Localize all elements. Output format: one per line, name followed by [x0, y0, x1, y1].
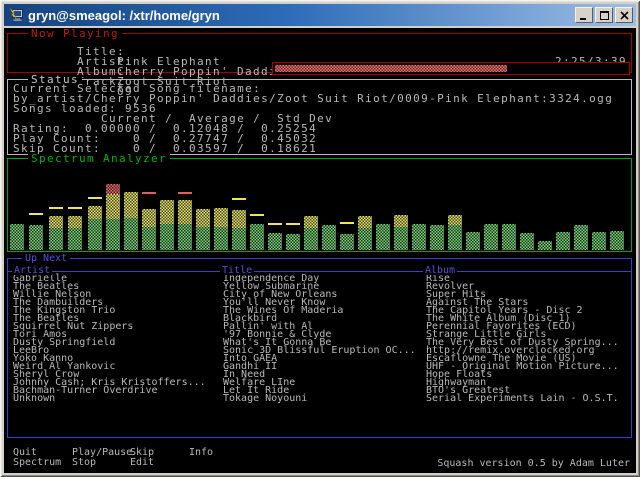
peak-marker — [142, 192, 156, 194]
peak-marker — [49, 207, 63, 209]
table-row[interactable]: Weird Al YankovicGandhi IIUHF - Original… — [8, 363, 631, 371]
spectrum-bar — [88, 206, 102, 250]
spectrum-bar — [49, 216, 63, 250]
menu-item-playpause[interactable]: Play/Pause — [72, 449, 132, 457]
spectrum-bar — [322, 225, 336, 250]
peak-marker — [88, 197, 102, 199]
spectrum-bar — [358, 216, 372, 250]
spectrum-bar — [214, 208, 228, 250]
cell-title: Tokage Noyouni — [223, 395, 307, 403]
spectrum-bar — [376, 224, 390, 250]
peak-marker — [340, 222, 354, 224]
window-title: gryn@smeagol: /xtr/home/gryn — [28, 8, 575, 23]
spectrum-bar — [538, 241, 552, 250]
spectrum-bar — [610, 231, 624, 250]
progress-fill — [275, 65, 507, 72]
status-section: Status Current Selected Song filename: b… — [7, 79, 632, 155]
spectrum-bar — [10, 224, 24, 250]
spectrum-bar — [340, 234, 354, 250]
minimize-button[interactable] — [575, 7, 593, 23]
peak-marker — [29, 213, 43, 215]
progress-bar[interactable] — [272, 62, 630, 75]
spectrum-bar — [29, 225, 43, 250]
peak-marker — [250, 214, 264, 216]
spectrum-bar — [196, 209, 210, 250]
spectrum-bar — [412, 224, 426, 250]
column-header-artist[interactable]: Artist — [12, 267, 52, 275]
spectrum-bar — [304, 216, 318, 250]
window-titlebar[interactable]: gryn@smeagol: /xtr/home/gryn — [4, 4, 636, 26]
menu-item-info[interactable]: Info — [189, 449, 213, 457]
peak-marker — [232, 198, 246, 200]
peak-marker — [286, 223, 300, 225]
spectrum-bar — [232, 210, 246, 250]
spectrum-bar — [268, 233, 282, 250]
up-next-rows: GabrielleIndependence DayRiseThe Beatles… — [8, 259, 631, 437]
menu-item-spectrum[interactable]: Spectrum — [13, 459, 61, 467]
terminal-screen: Now Playing Title: Pink Elephant Artist:… — [4, 28, 636, 473]
column-header-title[interactable]: Title — [220, 267, 254, 275]
spectrum-bar — [286, 234, 300, 250]
menu-item-stop[interactable]: Stop — [72, 459, 96, 467]
spectrum-bar — [466, 232, 480, 250]
menu-item-skip[interactable]: Skip — [130, 449, 154, 457]
peak-marker — [268, 223, 282, 225]
table-row[interactable]: Unknown Tokage Noyouni Serial Experiments … — [8, 395, 631, 403]
spectrum-bar — [502, 224, 516, 250]
menu-item-quit[interactable]: Quit — [13, 449, 37, 457]
maximize-button[interactable] — [595, 7, 613, 23]
spectrum-bar — [124, 192, 138, 250]
spectrum-bar — [592, 232, 606, 250]
spectrum-bar — [430, 225, 444, 250]
close-button[interactable] — [615, 7, 633, 23]
spectrum-bar — [520, 233, 534, 250]
peak-marker — [178, 192, 192, 194]
table-row[interactable]: GabrielleIndependence DayRise — [8, 275, 631, 283]
spectrum-bar — [250, 224, 264, 250]
terminal-icon — [8, 7, 24, 23]
version-text: Squash version 0.5 by Adam Luter — [437, 460, 630, 468]
minimize-icon — [580, 11, 588, 20]
spectrum-bar — [484, 224, 498, 250]
spectrum-bar — [574, 225, 588, 250]
cell-album: Serial Experiments Lain - O.S.T. — [426, 395, 619, 403]
spectrum-bar — [106, 184, 120, 250]
spectrum-section: Spectrum Analyzer — [7, 158, 632, 252]
window-controls — [575, 7, 633, 23]
close-icon — [620, 11, 629, 20]
cell-artist: Unknown — [13, 395, 55, 403]
spectrum-bar — [160, 200, 174, 250]
column-header-album[interactable]: Album — [423, 267, 457, 275]
spectrum-bar — [178, 200, 192, 250]
maximize-icon — [600, 11, 609, 20]
spectrum-bar — [142, 209, 156, 250]
spectrum-bar — [556, 232, 570, 250]
up-next-section: Up Next Artist Title Album GabrielleInde… — [7, 258, 632, 438]
peak-marker — [68, 207, 82, 209]
spectrum-bar — [394, 215, 408, 250]
spectrum-bar — [448, 215, 462, 250]
menu-item-edit[interactable]: Edit — [130, 459, 154, 467]
spectrum-bars — [8, 159, 631, 251]
spectrum-bar — [68, 216, 82, 250]
terminal-window: gryn@smeagol: /xtr/home/gryn Now Playing… — [0, 0, 640, 477]
